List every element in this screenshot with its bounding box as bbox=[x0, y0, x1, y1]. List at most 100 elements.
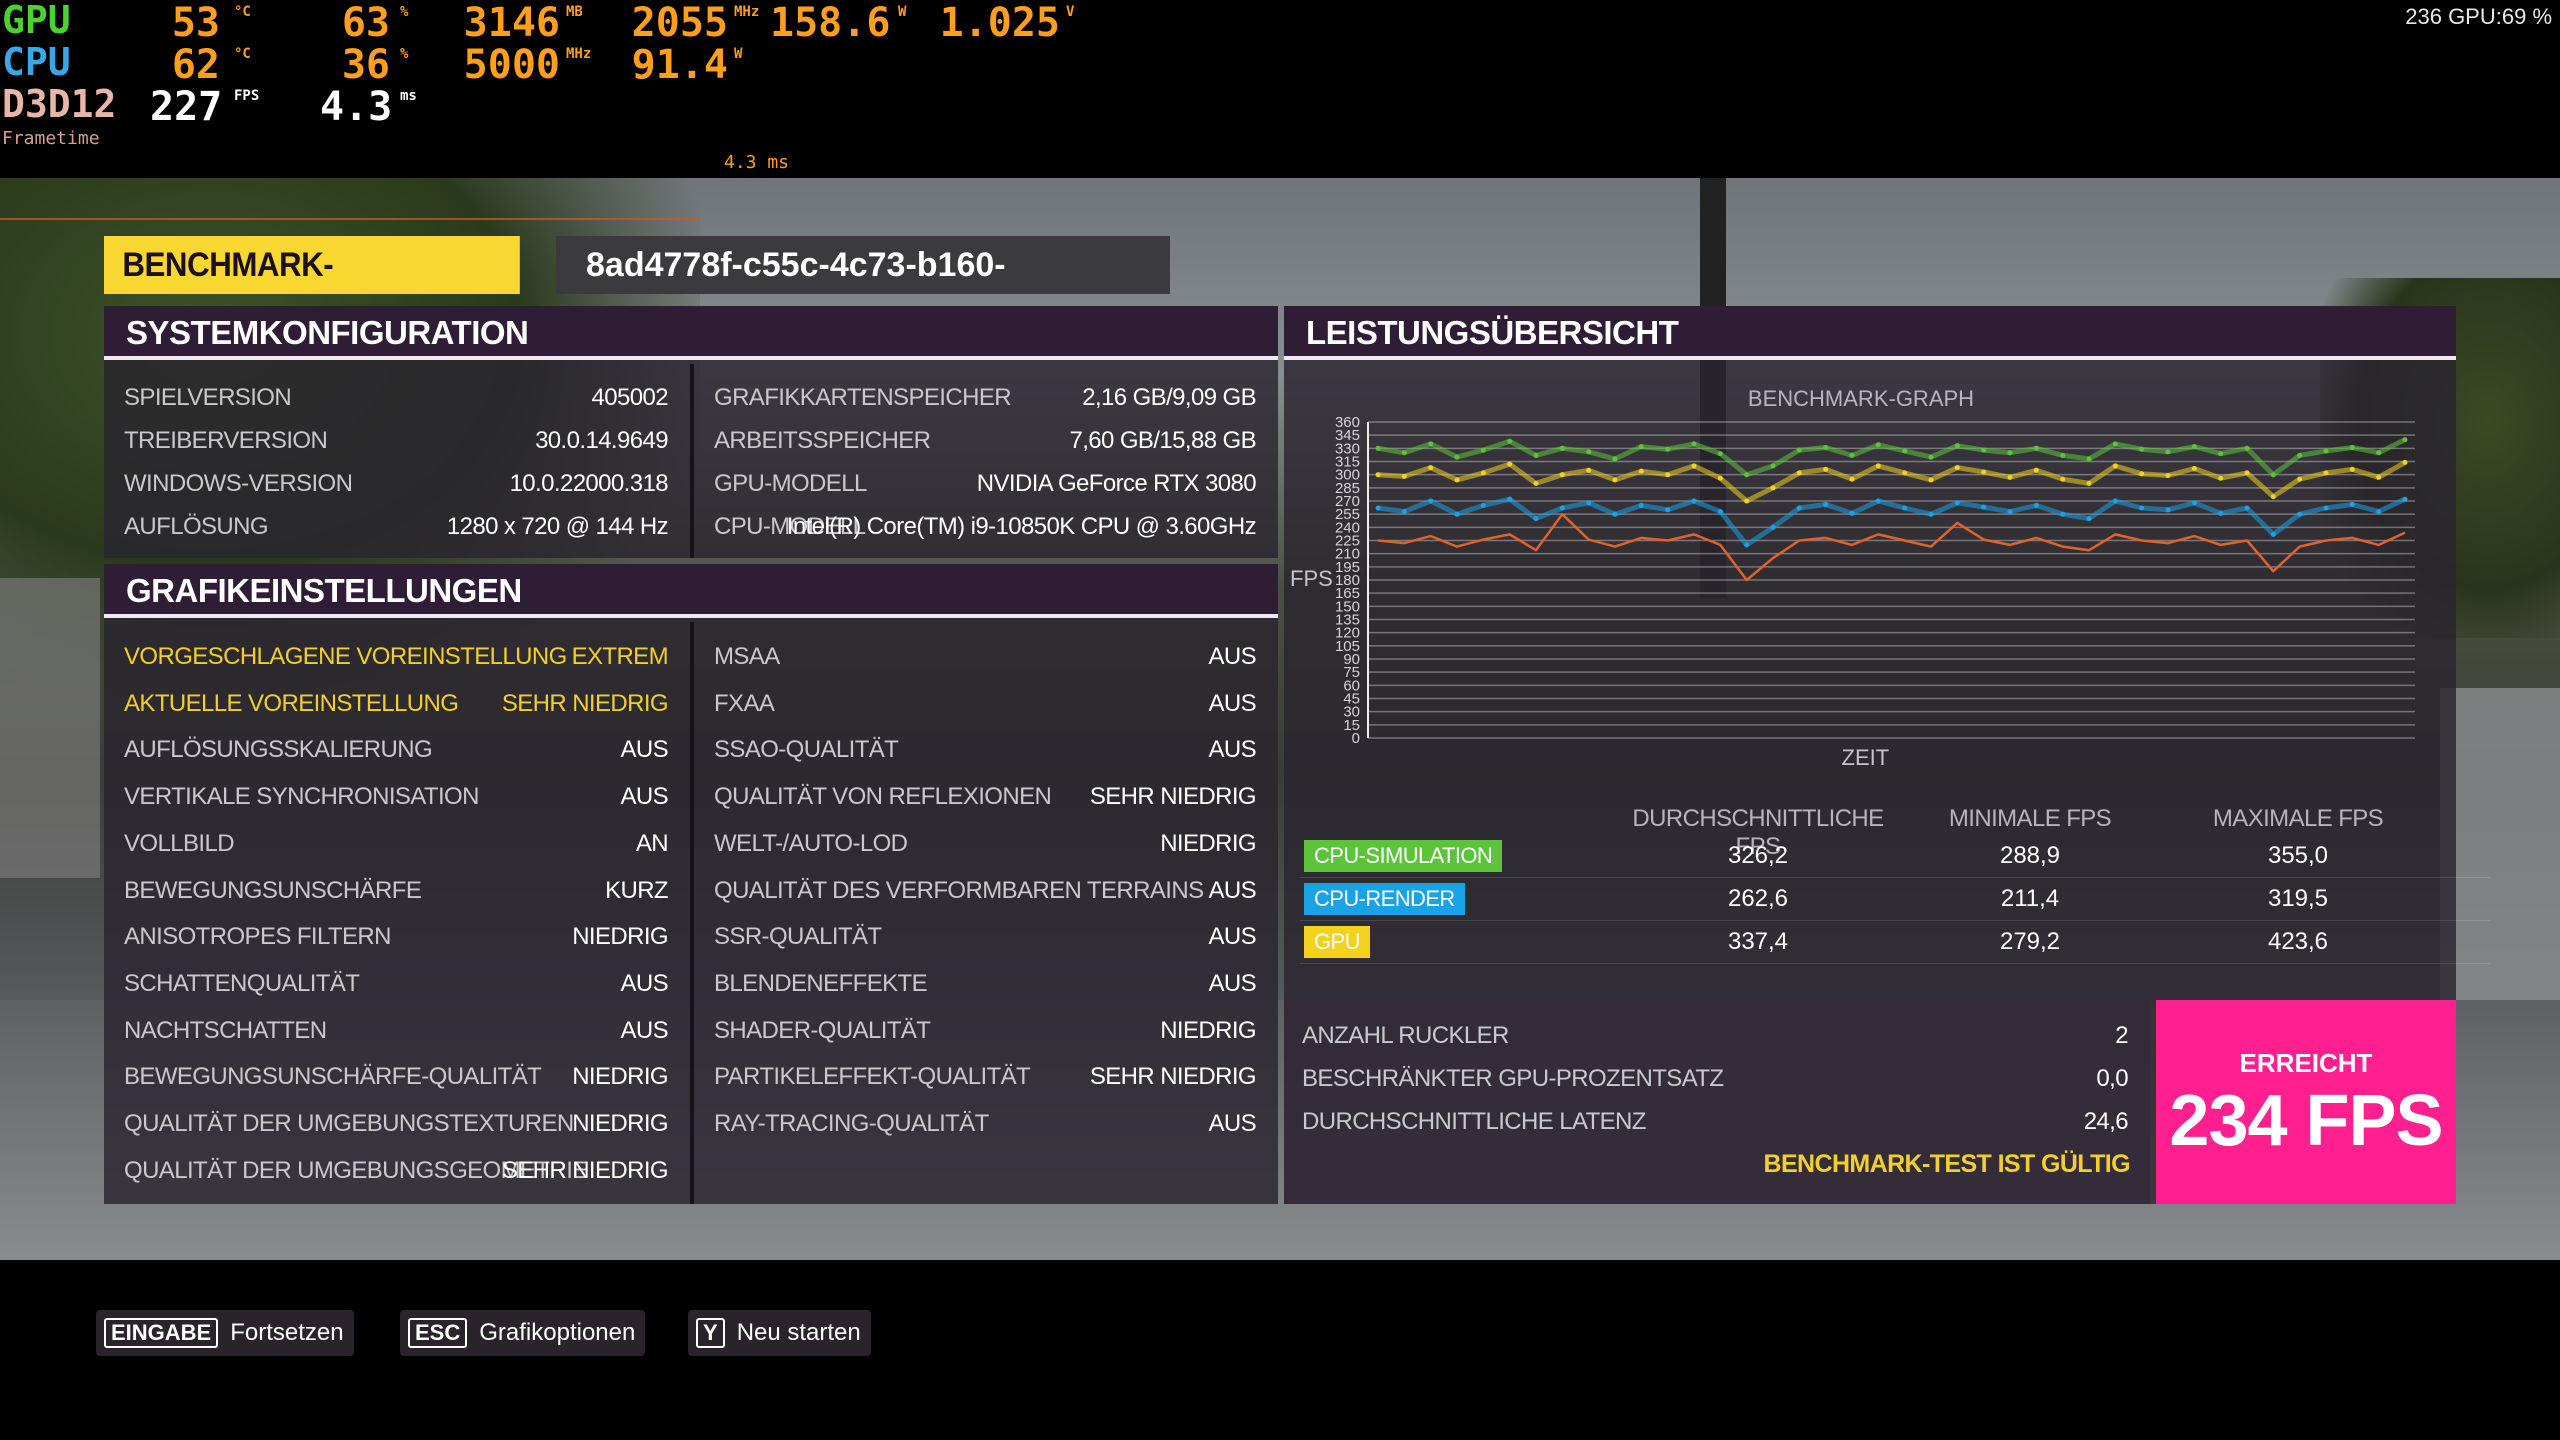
summary-row: DURCHSCHNITTLICHE LATENZ 24,6 bbox=[1302, 1108, 2129, 1138]
graphics-setting-label: WELT-/AUTO-LOD bbox=[714, 829, 908, 857]
chart-point bbox=[1744, 542, 1750, 548]
continue-button[interactable]: EINGABE Fortsetzen bbox=[96, 1310, 354, 1356]
osd-gpu-temp-unit: °C bbox=[234, 4, 251, 20]
graphics-setting-row: SHADER-QUALITÄT NIEDRIG bbox=[714, 1017, 1257, 1047]
graphics-setting-value: AUS bbox=[1208, 876, 1256, 904]
system-setting-label: AUFLÖSUNG bbox=[124, 513, 269, 540]
chart-point bbox=[2349, 445, 2355, 450]
graphics-setting-row: SSR-QUALITÄT AUS bbox=[714, 923, 1257, 953]
chart-point bbox=[1981, 504, 1987, 510]
chart-point bbox=[1454, 454, 1460, 460]
graphics-setting-row: NACHTSCHATTEN AUS bbox=[124, 1016, 669, 1047]
chart-y-tick-label: 360 bbox=[1335, 414, 1360, 431]
system-setting-row: WINDOWS-VERSION 10.0.22000.318 bbox=[124, 470, 669, 500]
chart-point bbox=[1638, 502, 1644, 508]
chart-point bbox=[1796, 447, 1802, 453]
performance-heading: LEISTUNGSÜBERSICHT bbox=[1284, 306, 2456, 360]
series-tag: CPU-SIMULATION bbox=[1304, 840, 1503, 872]
benchmark-id: 8ad4778f-c55c-4c73-b160-2776cc55713d bbox=[556, 236, 1170, 342]
osd-cpu-power-unit: W bbox=[734, 46, 743, 62]
chart-point bbox=[2402, 459, 2408, 465]
osd-gpu-voltage-unit: V bbox=[1066, 4, 1075, 20]
graphics-setting-row: ANISOTROPES FILTERN NIEDRIG bbox=[124, 923, 669, 953]
osd-api-label: D3D12 bbox=[2, 82, 117, 126]
chart-point bbox=[1717, 475, 1723, 481]
summary-row: ANZAHL RUCKLER 2 bbox=[1302, 1022, 2129, 1052]
osd-gpu-mem: 3146 bbox=[463, 0, 560, 46]
graphics-setting-row: RAY-TRACING-QUALITÄT AUS bbox=[714, 1110, 1257, 1140]
chart-point bbox=[2191, 444, 2197, 450]
chart-point bbox=[1981, 469, 1987, 475]
chart-point bbox=[1928, 454, 1934, 460]
graphics-setting-value: NIEDRIG bbox=[572, 923, 668, 951]
graphics-setting-row: QUALITÄT DER UMGEBUNGSGEOMETRIE SEHR NIED… bbox=[124, 1157, 669, 1187]
system-setting-label: SPIELVERSION bbox=[124, 384, 292, 411]
chart-point bbox=[2086, 456, 2092, 462]
chart-point bbox=[1823, 466, 1829, 472]
stats-column-header: MAXIMALE FPS bbox=[2212, 805, 2384, 832]
system-setting-row: ARBEITSSPEICHER 7,60 GB/15,88 GB bbox=[714, 427, 1257, 457]
graphics-setting-value: AUS bbox=[1208, 643, 1256, 670]
graphics-setting-value: AUS bbox=[620, 1016, 668, 1044]
chart-point bbox=[1454, 477, 1460, 483]
summary-label: DURCHSCHNITTLICHE LATENZ bbox=[1302, 1108, 1646, 1135]
system-setting-value: 405002 bbox=[591, 384, 669, 411]
restart-button[interactable]: Y Neu starten bbox=[688, 1310, 871, 1356]
graphics-setting-value: AUS bbox=[1208, 736, 1256, 764]
graphics-setting-value: AN bbox=[635, 829, 669, 857]
chart-point bbox=[2033, 502, 2039, 508]
chart-point bbox=[2033, 467, 2039, 473]
chart-point bbox=[1375, 472, 1381, 478]
chart-point bbox=[1428, 465, 1434, 471]
stats-cell: 423,6 bbox=[2267, 928, 2329, 955]
chart-point bbox=[1559, 445, 1565, 451]
chart-point bbox=[1902, 470, 1908, 476]
chart-point bbox=[1954, 465, 1960, 471]
graphics-setting-label: SSAO-QUALITÄT bbox=[714, 736, 899, 764]
chart-point bbox=[2007, 509, 2013, 514]
chart-point bbox=[1586, 500, 1592, 506]
chart-point bbox=[1480, 447, 1486, 453]
stats-cell: 355,0 bbox=[2267, 842, 2329, 869]
chart-point bbox=[1849, 476, 1855, 482]
chart-point bbox=[1796, 470, 1802, 476]
osd-gpu-label: GPU bbox=[2, 0, 71, 42]
chart-point bbox=[1586, 467, 1592, 473]
graphics-setting-label: VERTIKALE SYNCHRONISATION bbox=[124, 783, 479, 811]
graphics-setting-row: SCHATTENQUALITÄT AUS bbox=[124, 970, 669, 1000]
chart-point bbox=[2086, 480, 2092, 486]
chart-point bbox=[1401, 473, 1407, 479]
graphics-setting-label: SSR-QUALITÄT bbox=[714, 923, 882, 951]
osd-frametime-graph-label: 4.3 ms bbox=[724, 152, 790, 173]
graphics-setting-value: NIEDRIG bbox=[1160, 829, 1256, 857]
osd-frametime: 4.3 bbox=[320, 84, 393, 130]
graphics-setting-row: QUALITÄT DER UMGEBUNGSTEXTUREN NIEDRIG bbox=[124, 1110, 669, 1140]
chart-point bbox=[1559, 505, 1565, 511]
chart-point bbox=[1507, 496, 1513, 502]
chart-point bbox=[1638, 444, 1644, 450]
summary-label: BESCHRÄNKTER GPU-PROZENTSATZ bbox=[1302, 1065, 1724, 1092]
chart-point bbox=[2270, 472, 2276, 478]
graphics-setting-row: AUFLÖSUNGSSKALIERUNG AUS bbox=[124, 736, 669, 766]
chart-series-line bbox=[1377, 460, 2407, 504]
system-setting-value: Intel(R) Core(TM) i9-10850K CPU @ 3.60GH… bbox=[786, 513, 1257, 540]
chart-point bbox=[1612, 456, 1618, 462]
system-setting-value: 1280 x 720 @ 144 Hz bbox=[446, 513, 669, 540]
graphics-options-button[interactable]: ESC Grafikoptionen bbox=[400, 1310, 646, 1356]
background-wall-right bbox=[2440, 688, 2560, 1048]
chart-point bbox=[1954, 500, 1960, 506]
benchmark-valid-status: BENCHMARK-TEST IST GÜLTIG bbox=[1763, 1150, 2131, 1178]
chart-point bbox=[1796, 505, 1802, 511]
chart-series-line bbox=[1377, 512, 2406, 582]
graphics-setting-label: QUALITÄT DER UMGEBUNGSTEXTUREN bbox=[124, 1110, 574, 1137]
chart-point bbox=[1428, 441, 1434, 447]
chart-point bbox=[2007, 450, 2013, 456]
graphics-setting-label: FXAA bbox=[714, 689, 775, 717]
chart-point bbox=[2112, 441, 2118, 447]
graphics-setting-row: BEWEGUNGSUNSCHÄRFE KURZ bbox=[124, 877, 669, 907]
osd-cpu-clock: 5000 bbox=[463, 42, 560, 88]
stats-cell: 337,4 bbox=[1727, 928, 1789, 955]
graphics-setting-row: BLENDENEFFEKTE AUS bbox=[714, 970, 1257, 1000]
chart-point bbox=[1744, 472, 1750, 478]
chart-point bbox=[2376, 509, 2382, 514]
